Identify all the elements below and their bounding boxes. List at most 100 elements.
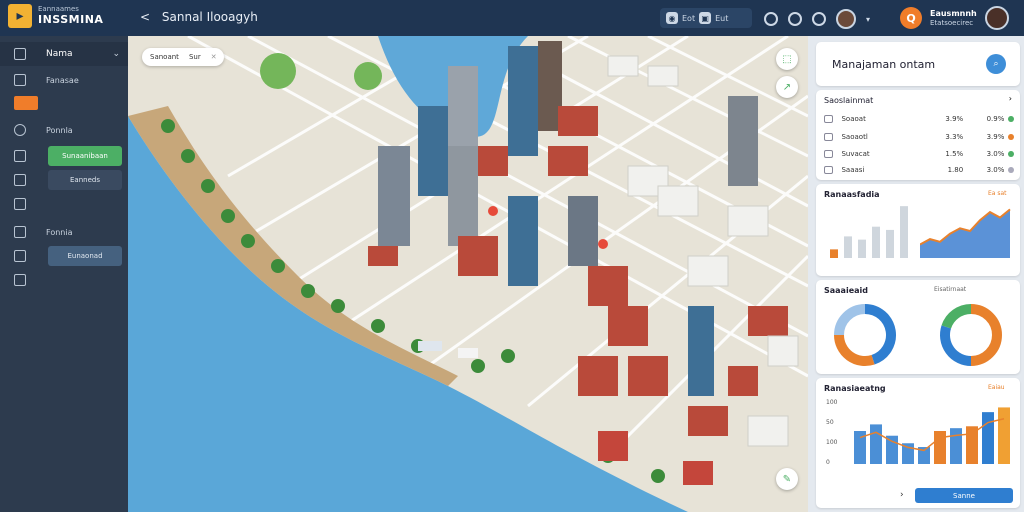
home-icon [14, 48, 26, 60]
map-search-hint: Sur [188, 53, 201, 61]
row-percent: 3.9% [986, 133, 1005, 141]
map-layer-button[interactable]: ⬚ [776, 48, 798, 70]
profile-block[interactable]: Q Eausmnnh Etatsoecirec [900, 6, 1009, 30]
chevron-right-icon[interactable]: › [1009, 94, 1012, 103]
sidebar-item-label: Fanasae [46, 75, 79, 85]
donut-note: Eisatirnaat [934, 286, 967, 293]
sidebar-item-label: Ponnla [46, 125, 73, 135]
y-tick-label: 100 [826, 399, 838, 406]
map-locate-button[interactable]: ↗ [776, 76, 798, 98]
tool-a-label[interactable]: Eot [682, 14, 695, 23]
table-row[interactable]: Saoaotl 3.3% 3.9% [824, 130, 1014, 144]
logo-title: INSSMINA [38, 12, 104, 26]
donut-slice [834, 304, 866, 336]
logo-subtitle: Eannaames [38, 5, 79, 14]
summary-card: Saoslainmat › Soaoat 3.9% 0.9% Saoaotl 3… [816, 90, 1020, 180]
summary-title: Saoslainmat [824, 96, 874, 105]
row-name: Saaasi [841, 166, 865, 174]
sidebar-item-3[interactable]: Sunaanibaan [0, 144, 128, 168]
map-canvas [128, 36, 808, 512]
sidebar-head-label: Nama [46, 49, 73, 59]
settings-icon[interactable] [788, 12, 802, 26]
map-search-input[interactable]: Sanoant Sur ✕ [142, 48, 224, 66]
bar [900, 206, 908, 258]
row-icon [824, 115, 834, 123]
bar [886, 435, 898, 464]
profile-badge: Q [900, 7, 922, 29]
map-search-label: Sanoant [150, 53, 179, 61]
table-row[interactable]: Saaasi 1.80 3.0% [824, 163, 1014, 177]
city-map[interactable]: Sanoant Sur ✕ ⬚ ↗ ✎ [128, 36, 808, 512]
chart-icon [14, 74, 26, 86]
sidebar-item-label: Sunaanibaan [48, 146, 122, 166]
bar [872, 226, 880, 258]
sidebar-item-1[interactable]: Fanasae [0, 68, 128, 92]
stats-note: Ea sat [988, 190, 1007, 197]
y-tick-label: 50 [826, 419, 834, 426]
status-dot-icon [1008, 116, 1014, 122]
sidebar-item-6[interactable]: Fonnia [0, 220, 128, 244]
location-icon[interactable]: ◉ [666, 12, 678, 24]
info-icon[interactable] [764, 12, 778, 26]
y-tick-label: 0 [826, 459, 830, 466]
profile-text: Eausmnnh Etatsoecirec [930, 9, 977, 27]
chevron-down-icon[interactable]: ⌄ [112, 49, 120, 59]
back-icon[interactable]: < [140, 10, 150, 24]
sidebar-item-8[interactable] [0, 268, 128, 292]
bar [830, 249, 838, 258]
donut-slice [940, 325, 972, 366]
page-title-text: Sannal Ilooagyh [161, 10, 258, 24]
page-title: < Sannal Ilooagyh [140, 10, 258, 24]
status-dot-icon [1008, 134, 1014, 140]
right-panel: Manajaman ontam ⌕ Saoslainmat › Soaoat 3… [808, 36, 1024, 512]
panel-title: Manajaman ontam [832, 58, 936, 71]
top-bar: ▸ Eannaames INSSMINA < Sannal Ilooagyh ◉… [0, 0, 1024, 36]
tool-b-label[interactable]: Eut [715, 14, 728, 23]
stats-card: Ranaasfadia Ea sat [816, 184, 1020, 276]
bar [844, 236, 852, 258]
calendar-icon [14, 250, 26, 262]
sidebar-item-2[interactable]: Ponnla [0, 118, 128, 142]
user-avatar[interactable] [836, 9, 856, 29]
sidebar-item-label: Fonnia [46, 227, 73, 237]
sidebar-item-4[interactable]: Eanneds [0, 168, 128, 192]
table-row[interactable]: Suvacat 1.5% 3.0% [824, 147, 1014, 161]
donut-chart-1 [834, 304, 896, 366]
search-icon[interactable]: ⌕ [986, 54, 1006, 74]
close-icon[interactable]: ✕ [211, 53, 217, 61]
ferry [598, 431, 628, 461]
profile-avatar[interactable] [984, 6, 1009, 30]
stats-area-chart [920, 208, 1011, 258]
row-percent: 0.9% [986, 115, 1005, 123]
table-row[interactable]: Soaoat 3.9% 0.9% [824, 112, 1014, 126]
stats-title: Ranaasfadia [824, 190, 880, 199]
bottom-chart-note: Eaiau [988, 384, 1005, 391]
bottom-combo-chart: 100 50 100 0 [826, 399, 1010, 466]
alert-badge-icon[interactable] [14, 96, 38, 110]
sidebar-item-5[interactable] [0, 192, 128, 216]
header-icons: ▾ [764, 9, 870, 29]
row-percent: 3.0% [986, 150, 1005, 158]
sidebar-head[interactable]: Nama ⌄ [0, 42, 128, 66]
logo[interactable]: ▸ Eannaames INSSMINA [8, 4, 103, 28]
row-name: Soaoat [841, 115, 866, 123]
layers-icon[interactable]: ▣ [699, 12, 712, 24]
bar [966, 426, 978, 464]
sidebar: Nama ⌄ Fanasae Ponnla Sunaanibaan Eanned… [0, 36, 128, 512]
donut-title: Saaaieaid [824, 286, 868, 295]
bar [886, 229, 894, 258]
park [354, 62, 382, 90]
chevron-right-icon[interactable]: › [900, 490, 904, 500]
donut-slice [941, 304, 972, 329]
row-icon [824, 150, 834, 158]
boat [458, 348, 478, 358]
refresh-icon[interactable] [812, 12, 826, 26]
row-value: 3.9% [945, 115, 964, 123]
sync-icon [14, 174, 26, 186]
grid-icon [14, 150, 26, 162]
stats-bar-chart [830, 206, 908, 258]
sidebar-item-7[interactable]: Eunaonad [0, 244, 128, 268]
map-zoom-button[interactable]: ✎ [776, 468, 798, 490]
chevron-down-icon[interactable]: ▾ [866, 15, 870, 24]
action-button[interactable]: Sanne [915, 488, 1013, 503]
